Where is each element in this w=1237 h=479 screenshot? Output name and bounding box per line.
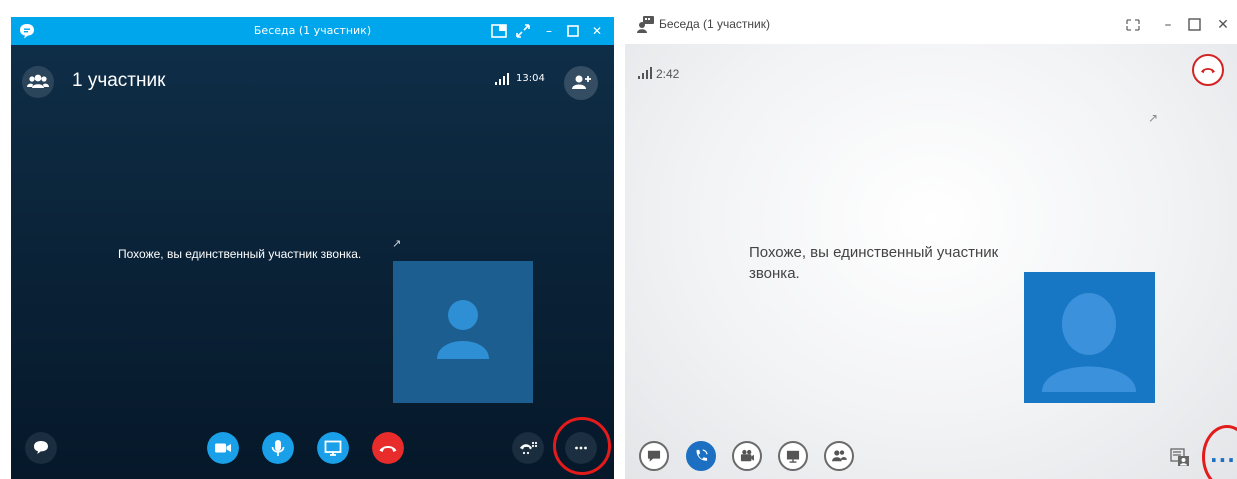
maximize-button[interactable] (1184, 16, 1204, 34)
alone-message: Похоже, вы единственный участник звонка. (749, 244, 999, 282)
maximize-button[interactable] (563, 21, 583, 41)
people-button[interactable] (824, 441, 854, 471)
close-button[interactable]: ✕ (1213, 16, 1233, 34)
window-title: Беседа (1 участник) (659, 17, 770, 31)
skype-call-window: Беседа (1 участник) – ✕ 1 участник 13:04 (11, 17, 614, 479)
hangup-button[interactable] (1192, 54, 1224, 86)
minimize-button[interactable]: – (1158, 16, 1178, 34)
signal-icon (638, 67, 652, 79)
close-button[interactable]: ✕ (587, 21, 607, 41)
lync-call-window: Беседа (1 участник) – ✕ 2:42 ↗ Похоже, в… (625, 4, 1237, 479)
signal-icon (495, 73, 509, 85)
hangup-button[interactable] (372, 432, 404, 464)
expand-icon[interactable]: ↗ (392, 237, 401, 250)
chat-button[interactable] (25, 432, 57, 464)
call-duration: 2:42 (656, 67, 680, 81)
video-button[interactable] (207, 432, 239, 464)
call-button[interactable] (686, 441, 716, 471)
title-bar[interactable]: Беседа (1 участник) – ✕ (11, 17, 614, 45)
layout-button[interactable] (1170, 447, 1190, 467)
participant-count: 1 участник (72, 70, 166, 91)
im-button[interactable] (639, 441, 669, 471)
add-person-icon[interactable] (564, 66, 598, 100)
title-bar[interactable]: Беседа (1 участник) – ✕ (625, 4, 1237, 44)
minimize-button[interactable]: – (539, 21, 559, 41)
expand-icon[interactable]: ↗ (1148, 111, 1158, 125)
alone-message: Похоже, вы единственный участник звонка. (118, 247, 362, 261)
conversation-icon (637, 16, 654, 33)
screen-share-button[interactable] (317, 432, 349, 464)
self-video-tile (393, 261, 533, 403)
highlight-ring (1202, 425, 1237, 479)
fullscreen-icon[interactable] (513, 21, 533, 41)
avatar-icon (437, 300, 489, 359)
participants-icon[interactable] (22, 66, 54, 98)
fullscreen-icon[interactable] (1123, 16, 1143, 34)
highlight-ring (553, 417, 611, 475)
video-button[interactable] (732, 441, 762, 471)
microphone-button[interactable] (262, 432, 294, 464)
present-button[interactable] (778, 441, 808, 471)
call-duration: 13:04 (516, 73, 545, 84)
dialpad-button[interactable] (512, 432, 544, 464)
self-video-tile (1024, 272, 1155, 403)
avatar-icon (1042, 293, 1136, 392)
compact-view-icon[interactable] (489, 21, 509, 41)
